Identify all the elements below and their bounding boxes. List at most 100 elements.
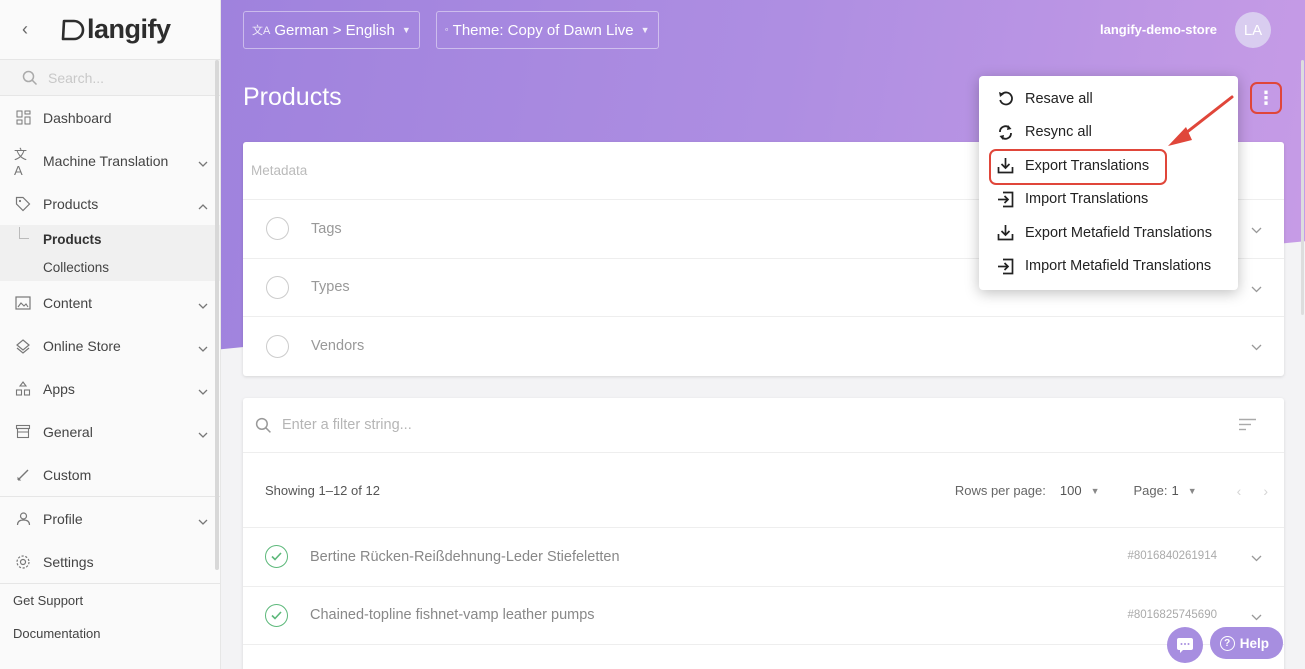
sidebar-subitem-collections[interactable]: Collections xyxy=(0,253,220,281)
menu-item-label: Resync all xyxy=(1025,124,1092,141)
more-options-menu: Resave all Resync all Export Translation… xyxy=(979,76,1238,290)
brush-icon: ◦ xyxy=(444,24,449,36)
page-value: 1 xyxy=(1171,483,1179,498)
chevron-down-icon[interactable] xyxy=(1251,339,1262,355)
sidebar-item-custom[interactable]: Custom xyxy=(0,453,220,496)
metadata-row-label: Types xyxy=(311,279,350,296)
undo-icon xyxy=(995,89,1015,109)
sidebar-item-dashboard[interactable]: Dashboard xyxy=(0,96,220,139)
chevron-down-icon[interactable] xyxy=(1251,550,1262,566)
import-icon xyxy=(995,189,1015,209)
sidebar-item-profile[interactable]: Profile xyxy=(0,497,220,540)
import-icon xyxy=(995,256,1015,276)
chevron-down-icon[interactable] xyxy=(1251,281,1262,297)
download-icon xyxy=(995,156,1015,176)
dashboard-icon xyxy=(14,109,32,127)
question-icon: ? xyxy=(1219,635,1235,651)
showing-count: Showing 1–12 of 12 xyxy=(265,482,380,498)
translate-icon: 文A xyxy=(252,25,271,37)
chevron-down-icon xyxy=(198,154,208,170)
page-title: Products xyxy=(243,83,342,111)
search-icon xyxy=(22,70,38,85)
language-selector-label: German > English xyxy=(274,21,395,39)
chevron-down-icon xyxy=(198,296,208,312)
theme-selector[interactable]: ◦ Theme: Copy of Dawn Live ▼ xyxy=(435,11,659,49)
sidebar-item-label: Online Store xyxy=(43,337,121,354)
avatar[interactable]: LA xyxy=(1235,12,1271,48)
page-select[interactable]: 1 ▼ xyxy=(1172,483,1197,498)
sidebar-subitem-label: Collections xyxy=(43,259,110,275)
sidebar-search-input[interactable] xyxy=(48,69,198,86)
store-icon xyxy=(14,423,32,441)
next-page-icon[interactable]: › xyxy=(1263,483,1268,499)
sidebar-item-apps[interactable]: Apps xyxy=(0,367,220,410)
menu-item-export-translations[interactable]: Export Translations xyxy=(979,149,1238,185)
rows-per-page-label: Rows per page: xyxy=(954,483,1046,498)
chevron-down-icon[interactable] xyxy=(1251,222,1262,238)
store-name[interactable]: langify-demo-store xyxy=(1100,22,1217,37)
rows-per-page-select[interactable]: 100 ▼ xyxy=(1060,483,1100,498)
sidebar-item-content[interactable]: Content xyxy=(0,281,220,324)
page-scrollbar[interactable] xyxy=(1301,60,1304,315)
table-row[interactable]: Bertine Rücken-Reißdehnung-Leder Stiefel… xyxy=(243,528,1284,587)
page-label: Page: xyxy=(1133,483,1168,498)
caret-down-icon: ▼ xyxy=(401,25,411,35)
chevron-down-icon xyxy=(198,382,208,398)
prev-page-icon[interactable]: ‹ xyxy=(1237,483,1242,499)
sidebar-item-products[interactable]: Products xyxy=(0,182,220,225)
menu-item-resync-all[interactable]: Resync all xyxy=(979,116,1238,150)
translate-icon: 文A xyxy=(14,146,28,178)
sync-icon xyxy=(995,122,1015,142)
get-support-link[interactable]: Get Support xyxy=(0,584,220,617)
metadata-row-label: Tags xyxy=(311,220,342,237)
sidebar-subitem-label: Products xyxy=(43,231,102,247)
chevron-down-icon xyxy=(198,339,208,355)
chat-button[interactable] xyxy=(1167,627,1203,663)
menu-item-label: Import Translations xyxy=(1025,191,1149,208)
langify-logo-icon xyxy=(61,19,85,40)
sort-icon[interactable] xyxy=(1239,418,1256,436)
documentation-link[interactable]: Documentation xyxy=(0,617,220,650)
sidebar-item-online-store[interactable]: Online Store xyxy=(0,324,220,367)
menu-item-import-metafield-translations[interactable]: Import Metafield Translations xyxy=(979,250,1238,284)
status-circle-icon xyxy=(266,217,289,241)
table-row[interactable]: Chained-topline fishnet-vamp leather pum… xyxy=(243,587,1284,645)
pagination-controls: Rows per page: 100 ▼ Page: 1 ▼ ‹ › xyxy=(955,453,1268,528)
person-icon xyxy=(14,510,32,528)
chat-icon xyxy=(1177,637,1193,653)
status-circle-icon xyxy=(266,275,289,299)
filter-input[interactable] xyxy=(282,417,682,433)
product-id: #8016840261914 xyxy=(1127,550,1217,562)
metadata-row-vendors[interactable]: Vendors xyxy=(243,317,1284,376)
langify-logo[interactable]: langify xyxy=(60,14,171,45)
theme-selector-label: Theme: Copy of Dawn Live xyxy=(452,21,634,39)
menu-item-label: Resave all xyxy=(1025,90,1093,107)
sidebar-item-settings[interactable]: Settings xyxy=(0,540,220,583)
sidebar-scrollbar[interactable] xyxy=(215,60,219,570)
sidebar-item-label: General xyxy=(43,423,93,440)
chevron-down-icon[interactable] xyxy=(1251,609,1262,625)
pagination-row: Showing 1–12 of 12 Rows per page: 100 ▼ … xyxy=(243,453,1284,528)
language-selector[interactable]: 文A German > English ▼ xyxy=(243,11,420,49)
logo-row: ‹ langify xyxy=(0,0,220,59)
menu-item-import-translations[interactable]: Import Translations xyxy=(979,183,1238,217)
menu-item-export-metafield-translations[interactable]: Export Metafield Translations xyxy=(979,216,1238,250)
back-chevron-icon[interactable]: ‹ xyxy=(22,19,40,40)
sidebar-item-label: Apps xyxy=(43,380,75,397)
sidebar-item-label: Settings xyxy=(43,553,94,570)
layers-icon xyxy=(14,337,32,355)
tree-elbow xyxy=(19,227,29,239)
sidebar-item-general[interactable]: General xyxy=(0,410,220,453)
sidebar-item-label: Profile xyxy=(43,510,83,527)
sidebar-item-machine-translation[interactable]: 文A Machine Translation xyxy=(0,139,220,182)
check-circle-icon xyxy=(265,545,288,569)
check-circle-icon xyxy=(265,603,288,627)
help-button[interactable]: ? Help xyxy=(1209,627,1283,659)
product-id: #8016825745690 xyxy=(1127,608,1217,621)
menu-item-resave-all[interactable]: Resave all xyxy=(979,82,1238,116)
help-label: Help xyxy=(1239,635,1269,651)
caret-down-icon: ▼ xyxy=(640,25,650,35)
more-options-button[interactable]: ⋮ xyxy=(1250,82,1282,114)
sidebar-subitem-products[interactable]: Products xyxy=(0,225,220,253)
sidebar-search xyxy=(0,59,220,96)
